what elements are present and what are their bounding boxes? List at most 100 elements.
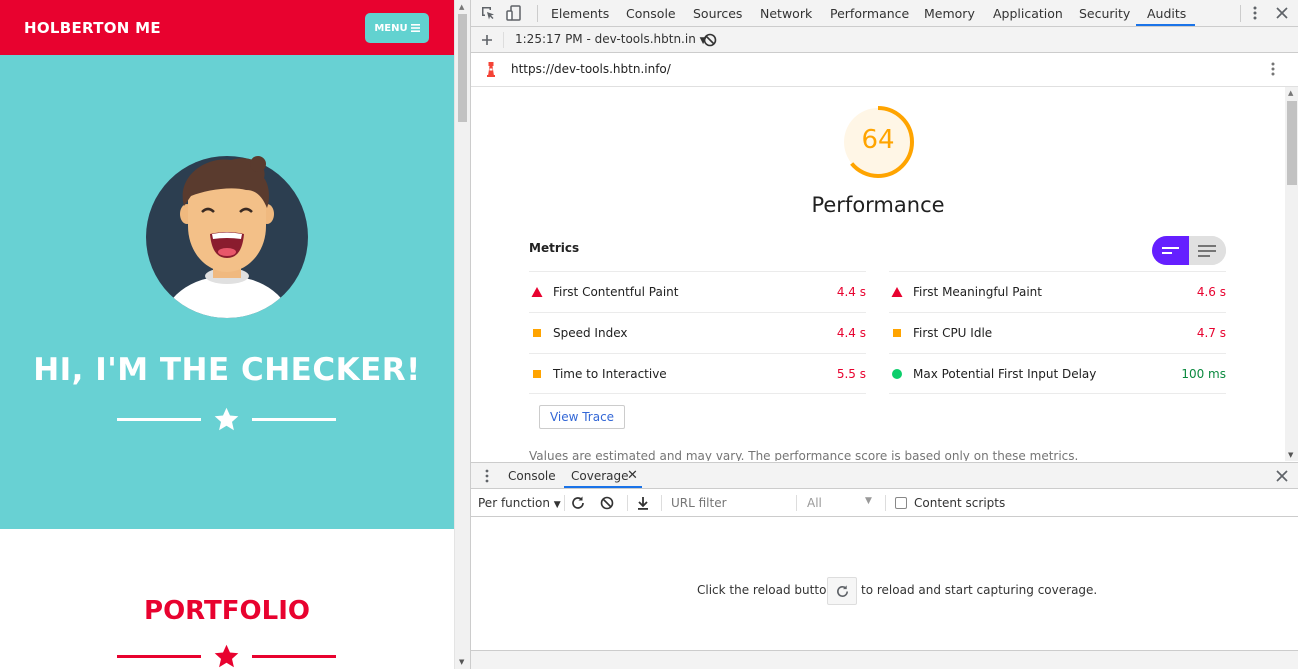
star-icon bbox=[214, 407, 239, 431]
reload-icon bbox=[837, 585, 848, 597]
fail-triangle-icon bbox=[531, 287, 543, 297]
tab-network[interactable]: Network bbox=[760, 6, 812, 21]
report-select[interactable]: 1:25:17 PM - dev-tools.hbtn.in ▼ bbox=[515, 32, 707, 46]
scroll-down-arrow-icon[interactable]: ▼ bbox=[1288, 451, 1293, 459]
view-trace-button[interactable]: View Trace bbox=[539, 405, 625, 429]
avatar bbox=[146, 156, 308, 318]
dropdown-arrow-icon: ▼ bbox=[553, 500, 561, 510]
metrics-disclaimer: Values are estimated and may vary. The p… bbox=[529, 449, 1079, 461]
close-tab-icon[interactable]: ✕ bbox=[627, 468, 638, 483]
average-square-icon bbox=[533, 370, 541, 378]
metric-value: 4.7 s bbox=[1196, 326, 1226, 340]
toolbar-separator bbox=[537, 5, 538, 22]
fail-triangle-icon bbox=[891, 287, 903, 297]
metrics-heading: Metrics bbox=[529, 241, 580, 255]
metric-label: First Contentful Paint bbox=[553, 285, 679, 299]
category-title: Performance bbox=[811, 193, 945, 217]
menu-button[interactable]: MENU bbox=[365, 13, 429, 43]
metric-row: First Meaningful Paint 4.6 s bbox=[889, 271, 1226, 312]
drawer-tab-bar: Console Coverage ✕ bbox=[471, 462, 1298, 489]
toolbar-separator bbox=[627, 495, 628, 511]
toolbar-separator bbox=[796, 495, 797, 511]
per-function-label: Per function bbox=[478, 496, 550, 510]
plus-icon[interactable] bbox=[479, 32, 495, 48]
average-square-icon bbox=[533, 329, 541, 337]
type-filter-select[interactable]: All ▼ bbox=[807, 496, 872, 510]
scroll-up-arrow-icon[interactable]: ▲ bbox=[1288, 89, 1293, 97]
portfolio-title: PORTFOLIO bbox=[144, 596, 310, 626]
toolbar-separator bbox=[503, 32, 504, 48]
tab-security[interactable]: Security bbox=[1079, 6, 1130, 21]
metric-label: Time to Interactive bbox=[553, 367, 667, 381]
metrics-column-right: First Meaningful Paint 4.6 s First CPU Idl… bbox=[889, 271, 1226, 394]
hero-section: HI, I'M THE CHECKER! bbox=[0, 55, 454, 529]
tab-memory[interactable]: Memory bbox=[924, 6, 975, 21]
kebab-menu-icon[interactable] bbox=[1247, 5, 1263, 21]
scroll-up-arrow-icon[interactable]: ▲ bbox=[459, 3, 464, 11]
metrics-view-toggle[interactable] bbox=[1152, 236, 1226, 265]
dropdown-arrow-icon: ▼ bbox=[865, 496, 872, 506]
drawer-tab-console[interactable]: Console bbox=[508, 469, 556, 483]
per-function-select[interactable]: Per function ▼ bbox=[478, 496, 561, 510]
report-select-value: 1:25:17 PM - dev-tools.hbtn.in bbox=[515, 32, 696, 46]
device-toolbar-icon[interactable] bbox=[506, 5, 522, 21]
site-header: HOLBERTON ME MENU bbox=[0, 0, 454, 55]
coverage-toolbar: Per function ▼ All ▼ Content scripts bbox=[471, 489, 1298, 517]
tab-sources[interactable]: Sources bbox=[693, 6, 742, 21]
toggle-description-view[interactable] bbox=[1189, 236, 1226, 265]
audits-toolbar: 1:25:17 PM - dev-tools.hbtn.in ▼ bbox=[471, 27, 1298, 53]
metric-row: Time to Interactive 5.5 s bbox=[529, 353, 866, 394]
tab-elements[interactable]: Elements bbox=[551, 6, 609, 21]
divider-line-right bbox=[252, 418, 336, 421]
audit-report: 64 Performance Metrics First Contentful … bbox=[471, 87, 1285, 461]
menu-button-label: MENU bbox=[374, 22, 408, 34]
metric-label: First CPU Idle bbox=[913, 326, 993, 340]
metric-value: 4.4 s bbox=[836, 285, 866, 299]
clear-all-icon[interactable] bbox=[702, 32, 718, 48]
summary-lines-icon bbox=[1162, 247, 1179, 254]
star-icon bbox=[214, 644, 239, 668]
audited-url[interactable]: https://dev-tools.hbtn.info/ bbox=[511, 62, 671, 76]
metric-value: 4.6 s bbox=[1196, 285, 1226, 299]
coverage-message-start: Click the reload button bbox=[697, 583, 835, 597]
url-filter-input[interactable] bbox=[671, 496, 791, 510]
divider-line-left bbox=[117, 418, 201, 421]
metric-row: Max Potential First Input Delay 100 ms bbox=[889, 353, 1226, 394]
clear-icon[interactable] bbox=[599, 495, 615, 511]
tab-audits[interactable]: Audits bbox=[1147, 6, 1186, 21]
metric-label: Max Potential First Input Delay bbox=[913, 367, 1097, 381]
metric-value: 5.5 s bbox=[836, 367, 866, 381]
description-lines-icon bbox=[1198, 245, 1216, 257]
tab-application[interactable]: Application bbox=[993, 6, 1063, 21]
coverage-reload-button[interactable] bbox=[827, 577, 857, 605]
page-scrollbar[interactable]: ▲ ▼ bbox=[454, 0, 470, 669]
coverage-message-end: to reload and start capturing coverage. bbox=[861, 583, 1098, 597]
tab-console[interactable]: Console bbox=[626, 6, 676, 21]
toolbar-separator bbox=[885, 495, 886, 511]
scroll-down-arrow-icon[interactable]: ▼ bbox=[459, 658, 464, 666]
inspect-element-icon[interactable] bbox=[480, 5, 496, 21]
tab-performance[interactable]: Performance bbox=[830, 6, 909, 21]
content-scripts-checkbox[interactable] bbox=[895, 497, 907, 509]
report-menu-icon[interactable] bbox=[1265, 61, 1281, 77]
close-drawer-icon[interactable] bbox=[1274, 468, 1290, 484]
devtools-panel: Elements Console Sources Network Perform… bbox=[470, 0, 1298, 669]
audit-url-bar: https://dev-tools.hbtn.info/ bbox=[471, 53, 1298, 87]
average-square-icon bbox=[893, 329, 901, 337]
drawer-tab-coverage[interactable]: Coverage bbox=[571, 469, 629, 483]
metric-row: First CPU Idle 4.7 s bbox=[889, 312, 1226, 353]
brand-logo[interactable]: HOLBERTON ME bbox=[24, 19, 161, 37]
website-viewport: HOLBERTON ME MENU HI, I'M THE CHECKER! P… bbox=[0, 0, 454, 669]
download-icon[interactable] bbox=[635, 495, 651, 511]
pass-circle-icon bbox=[892, 369, 902, 379]
active-tab-indicator bbox=[1136, 24, 1195, 26]
reload-icon[interactable] bbox=[570, 495, 586, 511]
report-scrollbar-thumb[interactable] bbox=[1287, 101, 1297, 185]
hamburger-icon bbox=[410, 24, 420, 32]
drawer-menu-icon[interactable] bbox=[479, 468, 495, 484]
close-devtools-icon[interactable] bbox=[1274, 5, 1290, 21]
toggle-summary-view[interactable] bbox=[1152, 236, 1189, 265]
page-scrollbar-thumb[interactable] bbox=[458, 14, 467, 122]
report-scrollbar[interactable]: ▲ ▼ bbox=[1285, 87, 1298, 461]
portfolio-divider bbox=[117, 642, 336, 669]
